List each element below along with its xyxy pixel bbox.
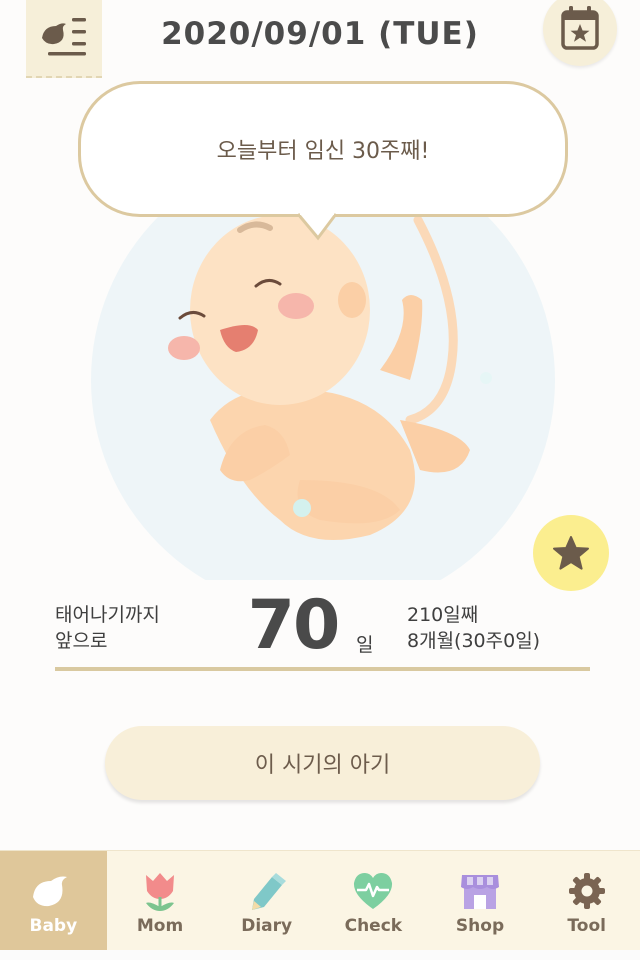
countdown-divider bbox=[55, 667, 590, 671]
nav-shop[interactable]: Shop bbox=[427, 851, 534, 950]
menu-button[interactable] bbox=[26, 0, 102, 78]
nav-label-check: Check bbox=[344, 916, 403, 936]
nav-check[interactable]: Check bbox=[320, 851, 427, 950]
shop-icon bbox=[461, 875, 500, 909]
bird-icon bbox=[33, 876, 68, 907]
nav-label-tool: Tool bbox=[567, 916, 606, 936]
date-title: 2020/09/01 (TUE) bbox=[161, 16, 479, 52]
speech-bubble: 오늘부터 임신 30주째! bbox=[78, 81, 568, 217]
countdown-label-line2: 앞으로 bbox=[55, 630, 108, 652]
pregnancy-info: 210일째 8개월(30주0일) bbox=[407, 602, 540, 654]
countdown-label-line1: 태어나기까지 bbox=[55, 604, 160, 626]
bottom-strip bbox=[0, 950, 640, 960]
tulip-icon bbox=[146, 873, 174, 911]
day-count: 210일째 bbox=[407, 604, 479, 626]
countdown-panel: 태어나기까지 앞으로 70 일 210일째 8개월(30주0일) bbox=[0, 590, 640, 680]
bubble-tail bbox=[298, 211, 338, 241]
nav-diary[interactable]: Diary bbox=[213, 851, 320, 950]
favorite-button[interactable] bbox=[533, 515, 609, 591]
nav-tool[interactable]: Tool bbox=[533, 851, 640, 950]
star-icon bbox=[553, 536, 589, 570]
countdown-label: 태어나기까지 앞으로 bbox=[55, 602, 160, 654]
nav-baby[interactable]: Baby bbox=[0, 851, 107, 950]
pencil-icon bbox=[251, 873, 286, 910]
nav-label-baby: Baby bbox=[29, 916, 78, 936]
calendar-button[interactable] bbox=[543, 0, 617, 66]
nav-label-shop: Shop bbox=[455, 916, 505, 936]
days-unit: 일 bbox=[356, 634, 374, 656]
heartbeat-icon bbox=[354, 873, 393, 909]
baby-this-period-button[interactable]: 이 시기의 아기 bbox=[105, 726, 540, 800]
bird-list-icon bbox=[42, 18, 86, 56]
header: 2020/09/01 (TUE) bbox=[0, 0, 640, 80]
gear-icon bbox=[568, 873, 605, 909]
nav-label-mom: Mom bbox=[136, 916, 184, 936]
bottom-nav: Baby Mom Diary Check Shop Tool bbox=[0, 850, 640, 950]
nav-mom[interactable]: Mom bbox=[107, 851, 214, 950]
days-left-number: 70 bbox=[247, 586, 341, 665]
nav-label-diary: Diary bbox=[241, 916, 293, 936]
bubble-text: 오늘부터 임신 30주째! bbox=[216, 139, 430, 164]
calendar-star-icon bbox=[561, 6, 599, 50]
month-week: 8개월(30주0일) bbox=[407, 630, 541, 652]
